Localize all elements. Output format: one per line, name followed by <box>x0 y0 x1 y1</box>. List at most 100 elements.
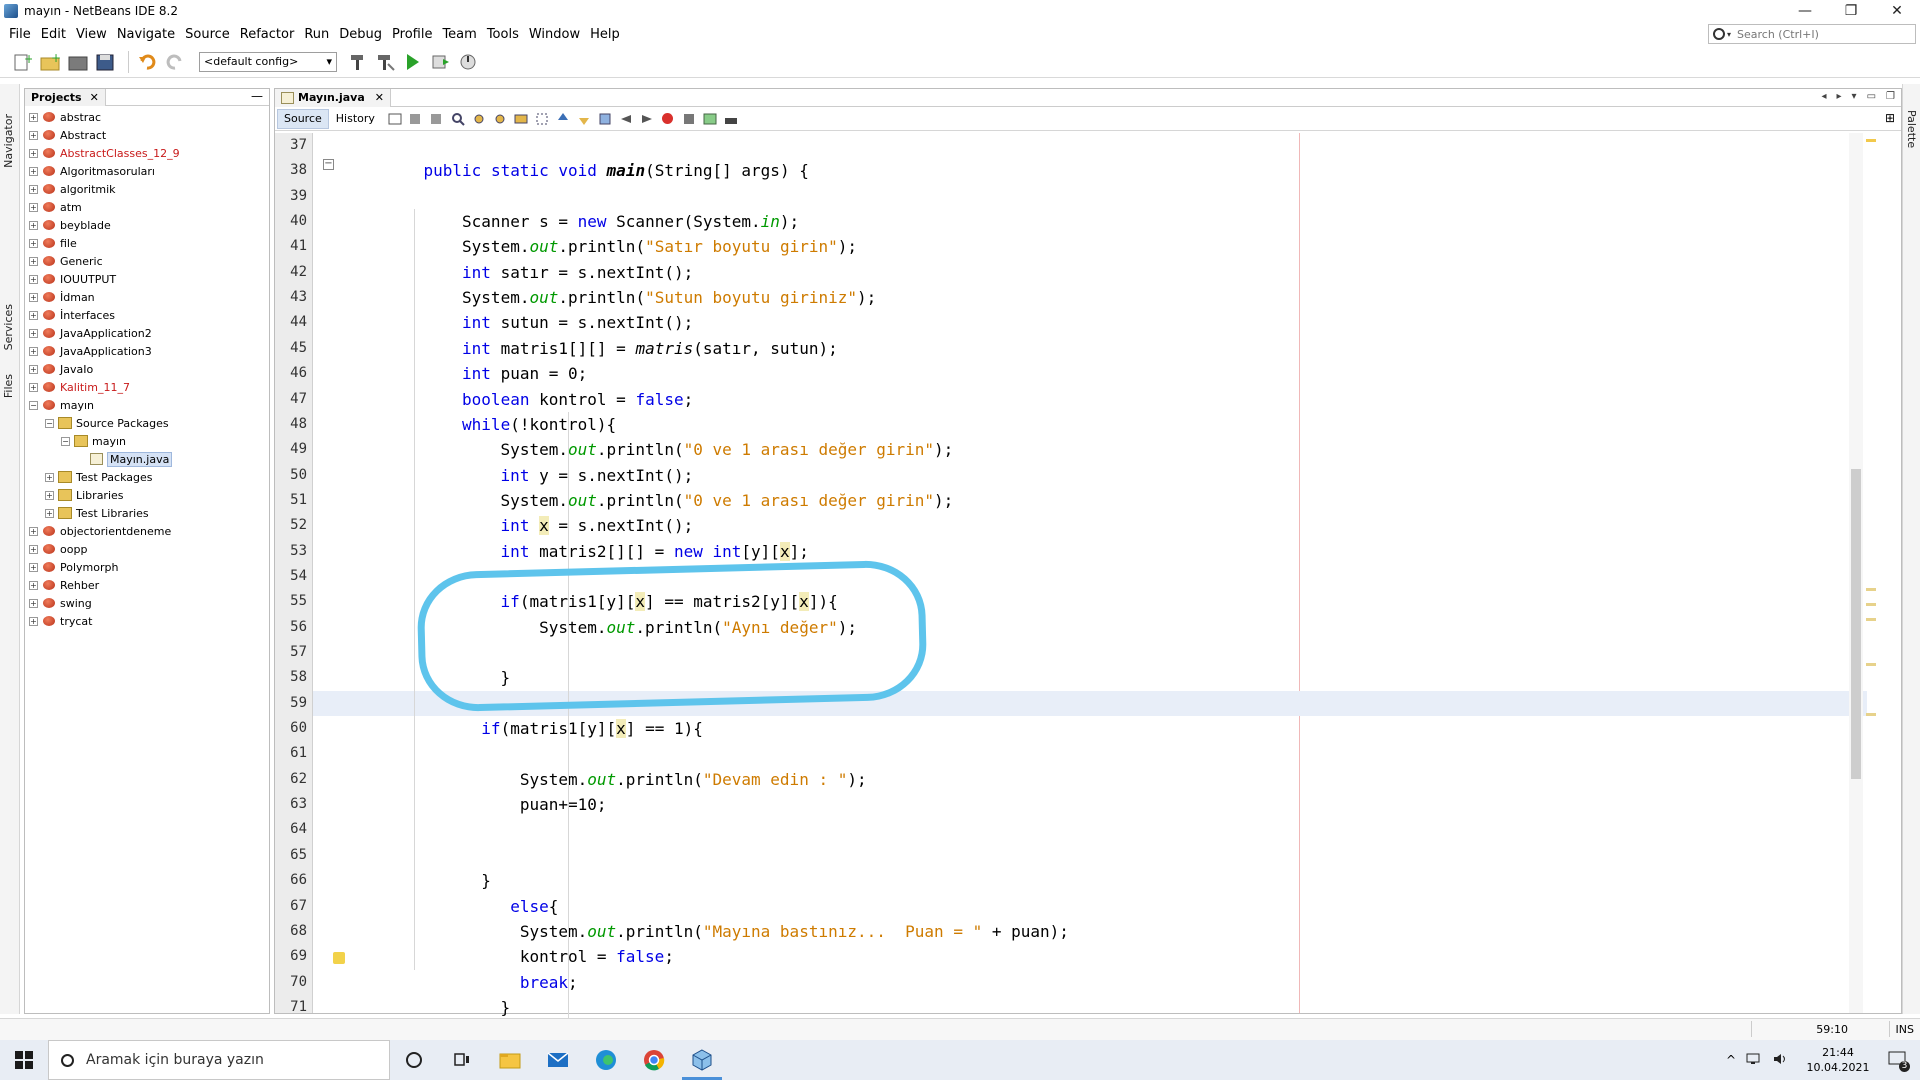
forward-icon[interactable] <box>429 111 445 127</box>
menu-run[interactable]: Run <box>299 27 334 42</box>
tree-item[interactable]: + file <box>25 234 269 252</box>
code-text[interactable]: public static void main(String[] args) {… <box>313 133 1867 1021</box>
tree-item[interactable]: + trycat <box>25 612 269 630</box>
previous-bookmark-icon[interactable] <box>555 111 571 127</box>
tab-list-icon[interactable]: ▾ <box>1852 91 1857 102</box>
expand-icon[interactable]: + <box>45 472 54 482</box>
occurrence-mark[interactable] <box>1866 603 1876 606</box>
services-tab[interactable]: Services <box>2 304 15 350</box>
scroll-right-icon[interactable]: ▸ <box>1837 91 1842 102</box>
tree-item[interactable]: + objectorientdeneme <box>25 522 269 540</box>
redo-button[interactable] <box>163 50 187 74</box>
close-icon[interactable]: ✕ <box>90 91 99 104</box>
tree-item[interactable]: + Kalitim_11_7 <box>25 378 269 396</box>
expand-icon[interactable]: + <box>29 184 38 194</box>
expand-icon[interactable]: + <box>29 238 38 248</box>
occurrence-mark[interactable] <box>1866 588 1876 591</box>
tree-item[interactable]: + Generic <box>25 252 269 270</box>
file-explorer-button[interactable] <box>486 1040 534 1080</box>
expand-icon[interactable]: + <box>29 382 38 392</box>
source-view-button[interactable]: Source <box>277 108 329 129</box>
vertical-scrollbar[interactable] <box>1849 133 1863 1013</box>
toggle-highlight-icon[interactable] <box>513 111 529 127</box>
menu-help[interactable]: Help <box>585 27 625 42</box>
start-macro-icon[interactable] <box>660 111 676 127</box>
menu-profile[interactable]: Profile <box>387 27 437 42</box>
last-edit-icon[interactable] <box>387 111 403 127</box>
menu-navigate[interactable]: Navigate <box>112 27 180 42</box>
tree-item[interactable]: Mayın.java <box>25 450 269 468</box>
expand-icon[interactable]: + <box>29 112 38 122</box>
projects-tab[interactable]: Projects ✕ <box>25 88 106 106</box>
occurrence-mark[interactable] <box>1866 663 1876 666</box>
find-icon[interactable] <box>450 111 466 127</box>
tree-item[interactable]: − Source Packages <box>25 414 269 432</box>
menu-source[interactable]: Source <box>180 27 235 42</box>
debug-project-button[interactable] <box>429 50 453 74</box>
expand-icon[interactable]: + <box>29 346 38 356</box>
open-project-button[interactable] <box>66 50 90 74</box>
find-next-icon[interactable] <box>492 111 508 127</box>
expand-icon[interactable]: + <box>29 580 38 590</box>
tree-item[interactable]: + JavaApplication3 <box>25 342 269 360</box>
cortana-button[interactable] <box>390 1040 438 1080</box>
tree-item[interactable]: + atm <box>25 198 269 216</box>
menu-refactor[interactable]: Refactor <box>235 27 300 42</box>
clock[interactable]: 21:44 10.04.2021 <box>1800 1045 1876 1075</box>
run-project-button[interactable] <box>401 50 425 74</box>
uncomment-icon[interactable] <box>723 111 739 127</box>
network-icon[interactable] <box>1746 1052 1762 1069</box>
tree-item[interactable]: + AbstractClasses_12_9 <box>25 144 269 162</box>
expand-icon[interactable]: + <box>29 310 38 320</box>
shift-left-icon[interactable] <box>618 111 634 127</box>
expand-icon[interactable]: + <box>29 274 38 284</box>
rectangular-selection-icon[interactable] <box>534 111 550 127</box>
build-button[interactable] <box>345 50 369 74</box>
tree-item[interactable]: − mayın <box>25 432 269 450</box>
warning-hint-icon[interactable] <box>333 952 345 964</box>
notification-center-button[interactable]: 3 <box>1888 1051 1910 1072</box>
configuration-select[interactable]: <default config> ▾ <box>199 51 337 72</box>
find-previous-icon[interactable] <box>471 111 487 127</box>
tree-item[interactable]: + JavaIo <box>25 360 269 378</box>
occurrence-mark[interactable] <box>1866 713 1876 716</box>
tree-item[interactable]: + İdman <box>25 288 269 306</box>
expand-icon[interactable]: + <box>29 328 38 338</box>
tree-item[interactable]: + Abstract <box>25 126 269 144</box>
expand-icon[interactable]: + <box>29 148 38 158</box>
expand-icon[interactable]: + <box>29 292 38 302</box>
save-all-button[interactable] <box>94 50 118 74</box>
tree-item[interactable]: + Rehber <box>25 576 269 594</box>
expand-icon[interactable]: + <box>29 562 38 572</box>
start-button[interactable] <box>0 1040 48 1080</box>
expand-icon[interactable]: + <box>45 508 54 518</box>
new-project-button[interactable]: + <box>38 50 62 74</box>
edge-button[interactable] <box>582 1040 630 1080</box>
expand-icon[interactable]: + <box>29 526 38 536</box>
tree-item[interactable]: + oopp <box>25 540 269 558</box>
undo-button[interactable] <box>135 50 159 74</box>
menu-debug[interactable]: Debug <box>334 27 387 42</box>
history-view-button[interactable]: History <box>329 109 382 129</box>
expand-icon[interactable]: + <box>29 544 38 554</box>
occurrence-mark[interactable] <box>1866 618 1876 621</box>
split-editor-icon[interactable]: ⊞ <box>1885 111 1895 125</box>
menu-tools[interactable]: Tools <box>482 27 524 42</box>
scrollbar-thumb[interactable] <box>1851 469 1861 779</box>
back-icon[interactable] <box>408 111 424 127</box>
editor-tab-mayin-java[interactable]: Mayın.java ✕ <box>275 88 391 107</box>
toggle-bookmark-icon[interactable] <box>597 111 613 127</box>
collapse-icon[interactable]: − <box>29 400 38 410</box>
minimize-panel-button[interactable]: — <box>251 89 263 103</box>
collapse-icon[interactable]: − <box>45 418 54 428</box>
mail-button[interactable] <box>534 1040 582 1080</box>
collapse-icon[interactable]: − <box>61 436 70 446</box>
quick-search-input[interactable]: ▾ Search (Ctrl+I) <box>1708 24 1916 44</box>
tree-item[interactable]: + abstrac <box>25 108 269 126</box>
tree-item[interactable]: + Test Libraries <box>25 504 269 522</box>
menu-view[interactable]: View <box>71 27 112 42</box>
expand-icon[interactable]: + <box>29 220 38 230</box>
fold-toggle-icon[interactable]: − <box>323 159 334 170</box>
tree-item[interactable]: + İnterfaces <box>25 306 269 324</box>
close-button[interactable]: ✕ <box>1874 0 1920 22</box>
